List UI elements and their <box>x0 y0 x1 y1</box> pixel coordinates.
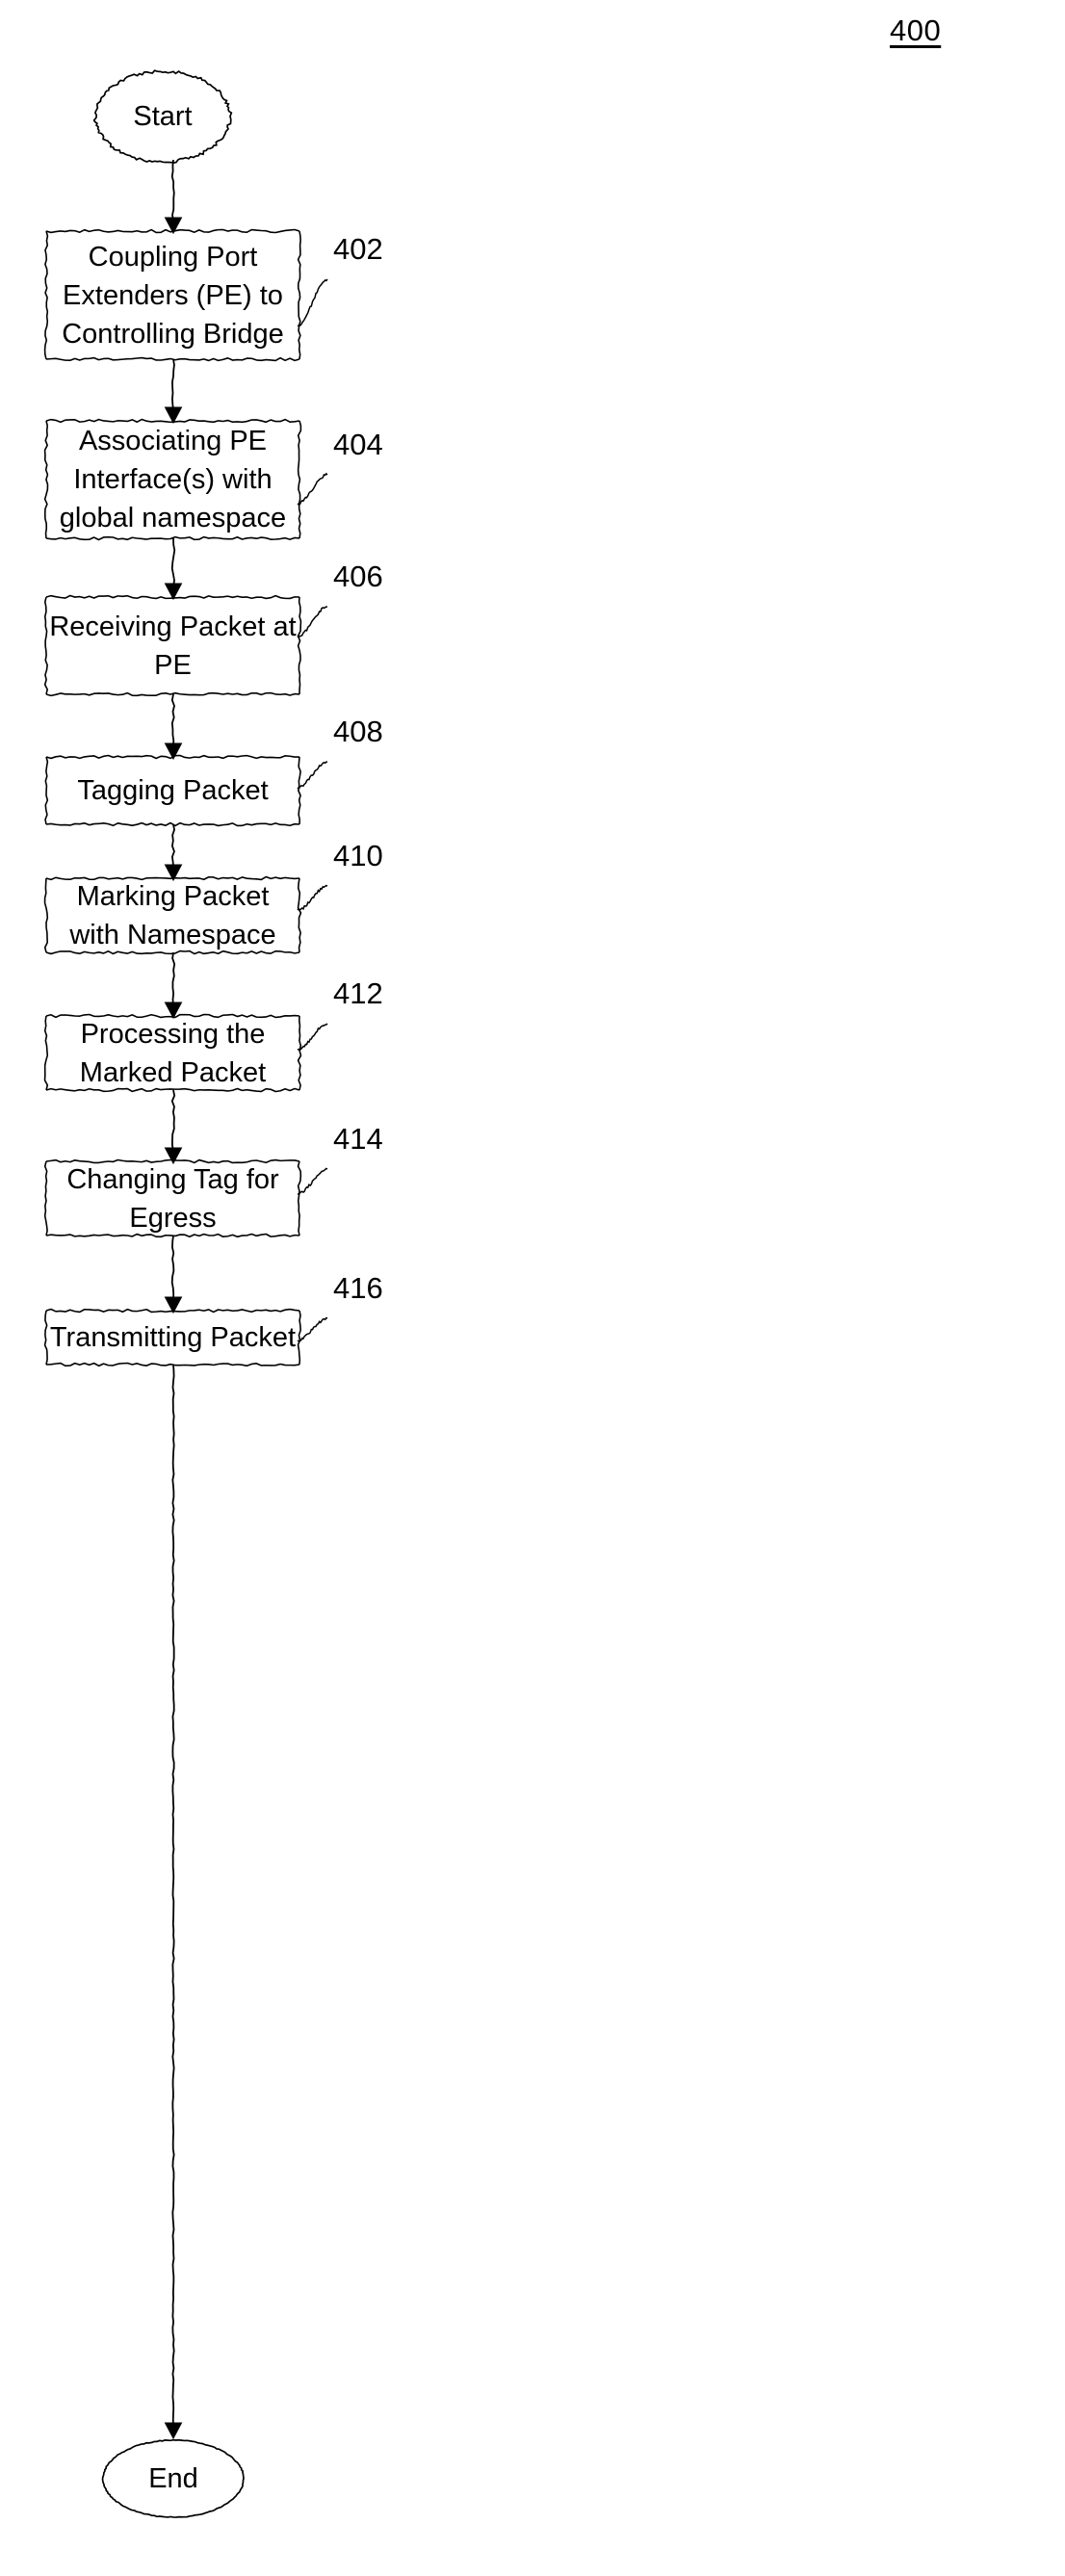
process-box-408 <box>44 754 301 827</box>
process-box-404 <box>43 418 302 541</box>
connector-402-404-arrowhead <box>164 406 183 425</box>
connector-414-416 <box>170 1235 175 1301</box>
leader-line-406 <box>297 606 328 638</box>
connector-412-414 <box>170 1089 176 1152</box>
patent-figure: 400 Start Coupling Port Extenders (PE) t… <box>0 0 1065 2576</box>
leader-line-416 <box>297 1316 328 1342</box>
leader-line-414 <box>297 1167 328 1195</box>
connector-404-406 <box>170 537 176 587</box>
leader-line-402 <box>297 278 328 327</box>
leader-line-410 <box>297 884 328 911</box>
connector-414-416-arrowhead <box>164 1296 183 1314</box>
connector-404-406-arrowhead <box>164 583 183 601</box>
start-terminator <box>92 69 233 164</box>
ref-number-408: 408 <box>333 715 383 748</box>
leader-line-408 <box>297 761 328 791</box>
ref-number-404: 404 <box>333 428 383 461</box>
process-box-410 <box>43 875 302 955</box>
leader-line-404 <box>297 472 328 506</box>
process-box-412 <box>43 1013 302 1093</box>
process-box-402 <box>43 228 301 362</box>
process-box-414 <box>43 1158 302 1238</box>
leader-line-412 <box>297 1023 328 1052</box>
ref-number-402: 402 <box>333 232 383 266</box>
connector-406-408 <box>170 693 175 747</box>
ref-number-412: 412 <box>333 976 383 1010</box>
end-terminator <box>101 2438 245 2518</box>
connector-402-404 <box>171 358 175 411</box>
ref-number-410: 410 <box>333 839 383 872</box>
connector-408-410 <box>170 823 175 869</box>
connector-416-end-arrowhead <box>164 2422 183 2440</box>
ref-number-406: 406 <box>333 559 383 593</box>
process-box-416 <box>43 1308 301 1367</box>
flowchart-canvas <box>43 69 328 2518</box>
connector-start-402 <box>170 159 175 221</box>
ref-number-414: 414 <box>333 1122 383 1156</box>
process-box-406 <box>43 594 302 697</box>
ref-number-416: 416 <box>333 1271 383 1305</box>
connector-416-end <box>171 1364 175 2427</box>
connector-410-412 <box>171 951 176 1006</box>
